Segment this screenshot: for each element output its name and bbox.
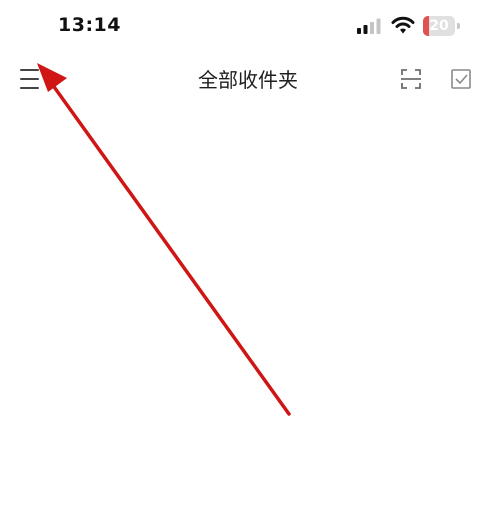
page-title: 全部收件夹 bbox=[198, 68, 298, 92]
nav-bar: 全部收件夹 bbox=[0, 54, 496, 102]
status-bar: 13:14 20 bbox=[0, 0, 496, 50]
status-time: 13:14 bbox=[58, 14, 121, 36]
menu-button[interactable] bbox=[14, 64, 44, 94]
scan-icon bbox=[401, 69, 421, 89]
multi-select-icon bbox=[451, 69, 471, 89]
wifi-icon bbox=[391, 16, 415, 34]
scan-button[interactable] bbox=[398, 66, 424, 92]
multi-select-button[interactable] bbox=[448, 66, 474, 92]
battery-icon: 20 bbox=[423, 16, 461, 36]
signal-icon bbox=[357, 18, 381, 34]
mail-list-empty bbox=[0, 102, 496, 506]
menu-icon bbox=[20, 69, 39, 89]
battery-level: 20 bbox=[429, 18, 449, 34]
